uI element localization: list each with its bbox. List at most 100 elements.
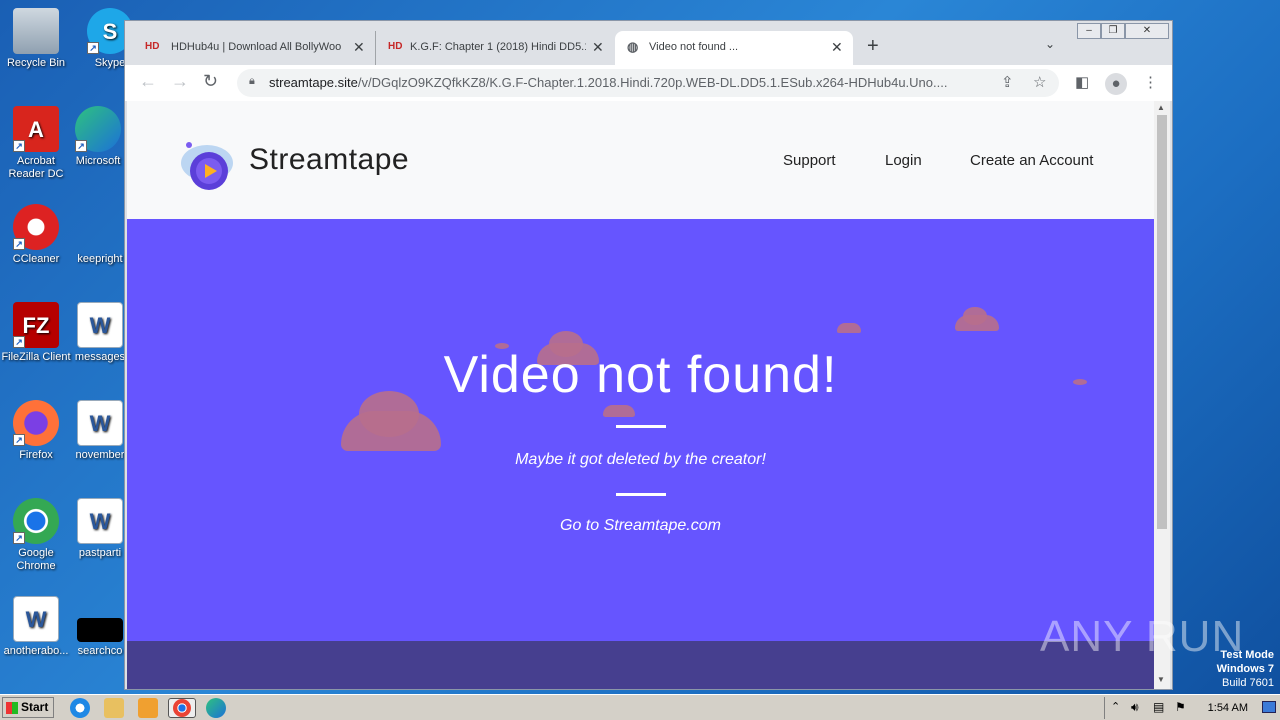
forward-icon[interactable]: → — [171, 71, 189, 92]
share-icon[interactable]: ⇪ — [1001, 73, 1014, 91]
close-icon[interactable]: ✕ — [592, 39, 604, 56]
url-text[interactable]: streamtape.site/v/DGqlzO9KZQfkKZ8/K.G.F-… — [269, 75, 989, 90]
divider — [616, 425, 666, 428]
desktop-icon-label: Firefox — [19, 449, 53, 461]
page-scrollbar[interactable]: ▲ ▼ — [1154, 101, 1170, 689]
maximize-button[interactable]: ❐ — [1101, 23, 1125, 39]
word-document-icon: W — [77, 400, 123, 446]
url-path: /v/DGqlzO9KZQfkKZ8/K.G.F-Chapter.1.2018.… — [357, 75, 948, 90]
desktop-icon-label: CCleaner — [12, 253, 60, 265]
new-tab-button[interactable]: + — [867, 35, 879, 58]
hero-subtitle: Maybe it got deleted by the creator! — [515, 451, 766, 468]
minimize-button[interactable]: – — [1077, 23, 1101, 39]
windows-flag-icon — [6, 702, 18, 714]
tab-favicon: HD — [388, 41, 403, 52]
nav-login-link[interactable]: Login — [885, 152, 922, 169]
desktop-icon-label: FileZilla Client — [1, 351, 71, 363]
watermark-line: Test Mode — [1220, 649, 1274, 661]
show-hidden-icons-icon[interactable]: ⌃ — [1111, 700, 1120, 713]
chrome-icon — [173, 699, 191, 717]
watermark-line: Windows 7 — [1216, 663, 1274, 675]
nav-support-link[interactable]: Support — [783, 152, 836, 169]
tab-favicon: HD — [145, 41, 160, 52]
edge-icon: ↗ — [75, 106, 121, 152]
tab-strip: HD HDHub4u | Download All BollyWood & H … — [125, 21, 1172, 65]
go-to-streamtape-link[interactable]: Go to Streamtape.com — [127, 517, 1154, 535]
close-icon[interactable]: ✕ — [831, 39, 843, 56]
word-document-icon: W — [77, 302, 123, 348]
close-icon[interactable]: ✕ — [353, 39, 365, 56]
chevron-down-icon[interactable]: ⌄ — [1045, 37, 1055, 51]
bookmark-star-icon[interactable]: ☆ — [1033, 73, 1046, 91]
network-icon[interactable]: ▤ — [1153, 700, 1164, 714]
ccleaner-icon: ↗ — [13, 204, 59, 250]
chrome-taskbar-icon[interactable] — [168, 698, 196, 718]
start-label: Start — [21, 700, 49, 714]
browser-window: HD HDHub4u | Download All BollyWood & H … — [124, 20, 1173, 690]
filezilla-icon: FZ ↗ — [13, 302, 59, 348]
file-explorer-icon[interactable] — [104, 698, 124, 718]
address-bar[interactable]: 🔒︎ streamtape.site/v/DGqlzO9KZQfkKZ8/K.G… — [237, 69, 1059, 97]
site-logo-text[interactable]: Streamtape — [249, 143, 409, 177]
web-page: Streamtape Support Login Create an Accou… — [127, 101, 1154, 689]
profile-avatar-icon[interactable]: ● — [1105, 73, 1127, 95]
recycle-bin-icon — [13, 8, 59, 54]
chrome-icon: ↗ — [13, 498, 59, 544]
system-tray: ⌃ 🔊︎ ▤ ⚑ 1:54 AM — [1104, 697, 1280, 719]
volume-icon[interactable]: 🔊︎ — [1131, 700, 1139, 715]
close-window-button[interactable]: ✕ — [1125, 23, 1169, 39]
menu-kebab-icon[interactable]: ⋮ — [1143, 73, 1158, 91]
browser-toolbar: ← → ↻ 🔒︎ streamtape.site/v/DGqlzO9KZQfkK… — [125, 65, 1172, 101]
desktop-icon-google-chrome[interactable]: ↗ Google Chrome — [0, 498, 72, 573]
desktop-icon-filezilla[interactable]: FZ ↗ FileZilla Client — [0, 302, 72, 364]
show-desktop-icon[interactable] — [1262, 701, 1276, 713]
cloud-decoration — [603, 405, 635, 417]
page-title: Video not found! — [443, 346, 838, 404]
desktop-icon-ccleaner[interactable]: ↗ CCleaner — [0, 204, 72, 266]
desktop-icon-firefox[interactable]: ↗ Firefox — [0, 400, 72, 462]
tab-title: Video not found ... — [649, 41, 739, 53]
hero-section: Video not found! Maybe it got deleted by… — [127, 219, 1154, 641]
tab-kgf[interactable]: HD K.G.F: Chapter 1 (2018) Hindi DD5.1 ✕ — [375, 31, 613, 65]
watermark-line: Build 7601 — [1222, 677, 1274, 689]
streamtape-logo-icon[interactable] — [179, 139, 241, 191]
edge-taskbar-icon[interactable] — [206, 698, 226, 718]
tab-hdhub4u[interactable]: HD HDHub4u | Download All BollyWood & H … — [125, 31, 375, 65]
word-document-icon: W — [77, 498, 123, 544]
taskbar: Start ⌃ 🔊︎ ▤ ⚑ 1:54 AM — [0, 694, 1280, 720]
anyrun-watermark: ANY RUN — [1040, 612, 1245, 661]
lock-icon: 🔒︎ — [249, 75, 255, 87]
desktop-icon-anotherabo[interactable]: W anotherabo... — [0, 596, 72, 658]
acrobat-icon: A ↗ — [13, 106, 59, 152]
site-footer — [127, 641, 1154, 689]
word-document-icon: W — [13, 596, 59, 642]
tab-title: HDHub4u | Download All BollyWood & H — [171, 41, 341, 53]
firefox-icon: ↗ — [13, 400, 59, 446]
desktop-icon-label: Recycle Bin — [6, 57, 66, 69]
scrollbar-thumb[interactable] — [1157, 115, 1167, 529]
scroll-up-arrow[interactable]: ▲ — [1157, 103, 1165, 112]
side-panel-icon[interactable]: ◧ — [1075, 73, 1089, 91]
desktop-icon-label: Google Chrome — [16, 547, 56, 572]
scroll-down-arrow[interactable]: ▼ — [1157, 675, 1165, 684]
back-icon[interactable]: ← — [139, 71, 157, 92]
test-mode-watermark: Test Mode Windows 7 Build 7601 — [1217, 648, 1274, 690]
start-button[interactable]: Start — [2, 697, 54, 718]
cloud-decoration — [837, 323, 861, 333]
desktop-icon-label: anotherabo... — [3, 645, 69, 657]
cloud-decoration — [963, 307, 987, 325]
reload-icon[interactable]: ↻ — [203, 71, 218, 92]
tab-title: K.G.F: Chapter 1 (2018) Hindi DD5.1 — [410, 41, 586, 53]
media-player-icon[interactable] — [138, 698, 158, 718]
black-file-icon — [77, 618, 123, 642]
divider — [616, 493, 666, 496]
desktop-icon-recycle-bin[interactable]: Recycle Bin — [0, 8, 72, 70]
clock[interactable]: 1:54 AM — [1208, 702, 1248, 714]
globe-icon: ◍ — [627, 39, 639, 54]
action-center-flag-icon[interactable]: ⚑ — [1175, 700, 1186, 714]
internet-explorer-icon[interactable] — [70, 698, 90, 718]
nav-create-account-link[interactable]: Create an Account — [970, 152, 1093, 169]
site-header: Streamtape Support Login Create an Accou… — [127, 101, 1154, 219]
tab-video-not-found[interactable]: ◍ Video not found ... ✕ — [615, 31, 853, 65]
file-icon — [77, 204, 123, 250]
